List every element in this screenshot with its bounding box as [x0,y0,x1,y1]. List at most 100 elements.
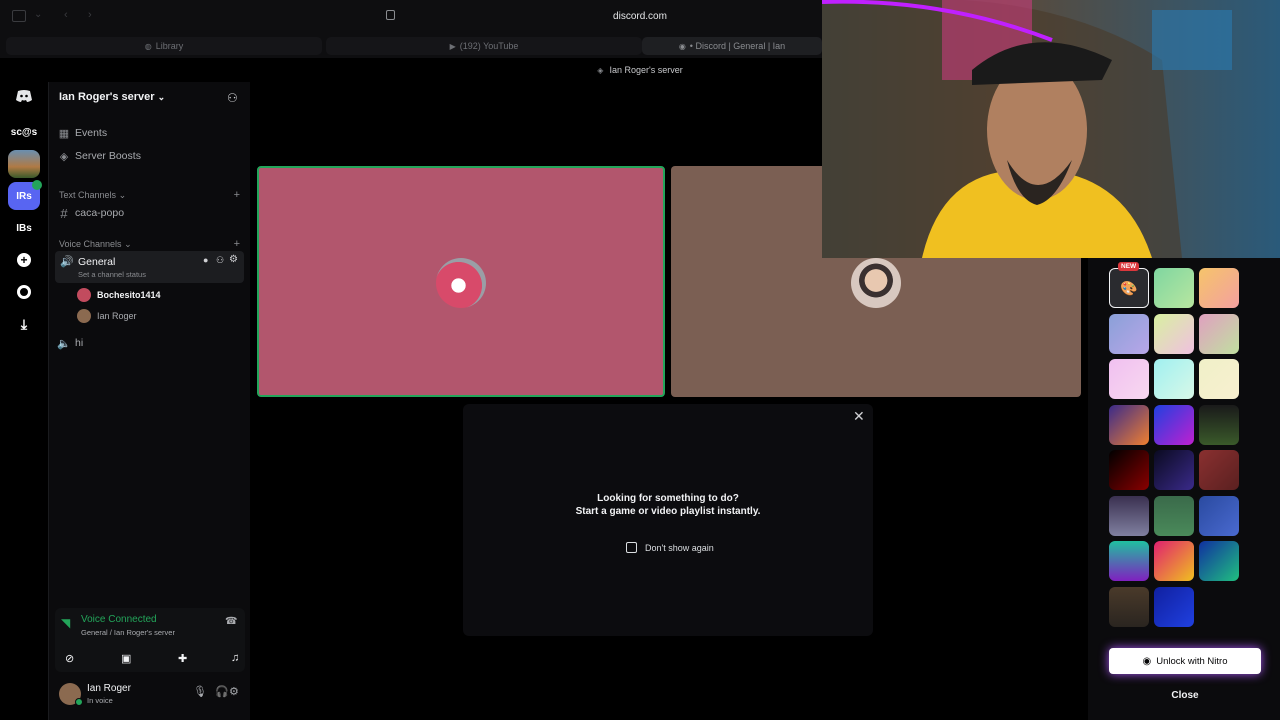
invite-icon[interactable]: ⚇ [216,255,224,266]
tab-label: Library [155,41,184,51]
library-icon: ◍ [144,41,152,51]
background-swatch[interactable] [1109,586,1149,627]
voice-channels-category[interactable]: Voice Channels ⌄ + [59,237,240,251]
activity-popup: ✕ Looking for something to do? Start a g… [463,404,873,636]
server-image-icon[interactable] [8,150,40,178]
add-channel-icon[interactable]: + [234,189,240,201]
username: Bochesito1414 [97,290,161,300]
status-dot-icon [75,698,83,706]
background-swatch[interactable] [1199,450,1239,490]
server-boosts-item[interactable]: ◈ Server Boosts [55,145,244,167]
close-button[interactable]: Close [1109,684,1261,706]
events-item[interactable]: ▦ Events [55,122,244,144]
microphone-icon[interactable]: 🎙 [193,685,207,698]
add-channel-icon[interactable]: + [234,238,240,250]
discover-icon[interactable] [8,278,40,306]
background-swatch[interactable] [1109,495,1149,536]
chevron-down-icon[interactable]: ⌄ [34,9,42,20]
user-panel: Ian Roger In voice 🎙 🎧 ⚙ [55,678,245,712]
new-badge: NEW [1118,262,1140,271]
tab-discord[interactable]: ◉ • Discord | General | Ian [642,37,822,55]
headphones-icon[interactable]: 🎧 [215,685,229,698]
site-settings-icon[interactable] [386,10,395,20]
tab-youtube[interactable]: ▶ (192) YouTube [326,37,642,55]
tab-library[interactable]: ◍ Library [6,37,322,55]
voice-user[interactable]: Bochesito1414 [77,285,161,305]
background-swatch[interactable] [1154,268,1194,308]
username: Ian Roger [97,311,137,321]
voice-channel-hi[interactable]: 🔈 hi [55,332,244,354]
discord-logo-icon [16,90,32,102]
close-icon[interactable]: ✕ [853,408,865,425]
background-picker: 🎨 NEW ◉ Unlock with Nitro Close [1088,258,1280,720]
chevron-down-icon: ⌄ [124,238,132,249]
activities-icon[interactable]: ✚ [178,652,187,665]
server-scas[interactable]: sc@s [8,118,40,146]
voice-status: Voice Connected [81,614,157,625]
calendar-icon: ▦ [58,127,70,140]
camera-off-icon[interactable]: ⊘ [65,652,74,665]
background-swatch[interactable] [1199,268,1239,308]
discord-home-button[interactable] [8,82,40,110]
voice-indicator-icon [32,180,42,190]
text-channels-category[interactable]: Text Channels ⌄ + [59,188,240,202]
youtube-icon: ▶ [449,41,456,51]
avatar [77,288,91,302]
webcam-overlay [822,0,1280,258]
gear-icon[interactable]: ⚙ [229,685,239,698]
download-icon[interactable]: ⤓ [8,310,40,338]
chat-icon[interactable]: ● [203,255,208,265]
background-swatch[interactable] [1154,586,1194,627]
background-swatch[interactable] [1109,541,1149,581]
voice-channel-general[interactable]: 🔊 General Set a channel status ● ⚇ ⚙ [55,251,244,283]
user-status: In voice [87,696,113,705]
background-swatch[interactable] [1109,313,1149,354]
background-swatch[interactable] [1109,359,1149,399]
sidebar-toggle-icon[interactable] [12,10,26,22]
category-label: Text Channels [59,189,117,200]
voice-location[interactable]: General / Ian Roger's server [81,628,175,637]
background-swatch[interactable] [1154,359,1194,399]
video-tile-bochesito[interactable] [257,166,665,397]
background-swatch[interactable] [1154,541,1194,581]
background-swatch[interactable] [1109,450,1149,490]
gear-icon[interactable]: ⚙ [229,254,238,265]
background-swatch[interactable] [1154,404,1194,445]
server-ibs[interactable]: IBs [8,214,40,242]
background-swatch[interactable] [1199,359,1239,399]
category-label: Voice Channels [59,238,122,249]
background-swatch[interactable] [1199,541,1239,581]
back-icon[interactable]: ‹ [64,9,68,21]
server-name-header[interactable]: Ian Roger's server ⌄ [59,91,165,103]
channel-caca-popo[interactable]: # caca-popo [55,202,244,224]
server-irs[interactable]: IRs [8,180,42,210]
disconnect-icon[interactable]: ☎ [225,616,237,627]
custom-background-swatch[interactable]: 🎨 [1109,268,1149,308]
background-swatch[interactable] [1199,313,1239,354]
add-server-label: + [17,253,31,267]
forward-icon[interactable]: › [88,9,92,21]
voice-user[interactable]: Ian Roger [77,306,137,326]
server-icon: ◈ [597,65,604,75]
background-swatch[interactable] [1199,404,1239,445]
checkbox[interactable] [626,542,637,553]
background-swatch[interactable] [1154,495,1194,536]
background-swatch[interactable] [1154,313,1194,354]
channel-status[interactable]: Set a channel status [78,270,146,279]
add-server-icon[interactable]: + [8,246,40,274]
url-bar[interactable]: discord.com [560,11,720,22]
background-swatch[interactable] [1199,495,1239,536]
tab-label: (192) YouTube [459,41,519,51]
chevron-down-icon: ⌄ [157,92,166,102]
background-swatch[interactable] [1109,404,1149,445]
unlock-nitro-button[interactable]: ◉ Unlock with Nitro [1109,648,1261,674]
background-swatch[interactable] [1154,450,1194,490]
dont-show-again[interactable]: Don't show again [626,542,714,553]
soundboard-icon[interactable]: ♫ [231,652,239,664]
tab-label: • Discord | General | Ian [689,41,786,51]
channel-label: hi [75,337,84,349]
server-scas-label: sc@s [10,126,38,138]
screen-share-icon[interactable]: ▣ [121,652,131,665]
signal-icon[interactable]: ◥ [61,616,70,630]
invite-people-icon[interactable]: ⚇ [227,91,238,105]
